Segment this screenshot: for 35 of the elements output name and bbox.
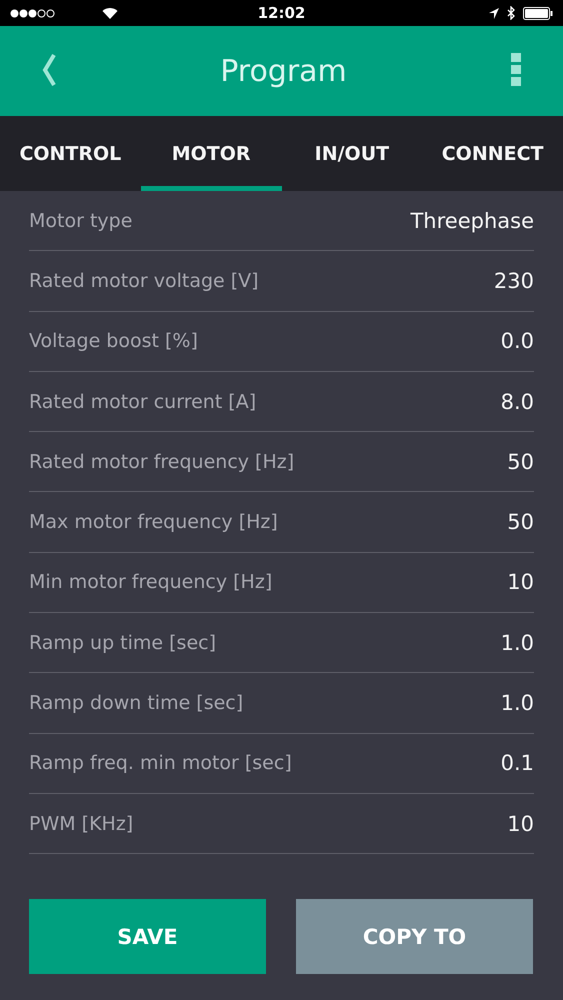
parameter-value[interactable]: 50 xyxy=(507,510,534,534)
parameter-label: Min motor frequency [Hz] xyxy=(29,571,272,594)
parameter-label: Ramp freq. min motor [sec] xyxy=(29,752,292,774)
parameter-value[interactable]: 0.0 xyxy=(500,329,534,354)
parameter-label: Motor type xyxy=(29,210,132,232)
parameter-label: Rated motor voltage [V] xyxy=(29,270,259,292)
tab[interactable]: CONNECT xyxy=(422,116,563,191)
tab[interactable]: MOTOR xyxy=(140,116,282,191)
location-arrow-icon xyxy=(489,8,499,18)
parameter-value[interactable]: 230 xyxy=(494,268,534,293)
parameter-label: Rated motor frequency [Hz] xyxy=(29,450,294,473)
status-time: 12:02 xyxy=(258,4,306,22)
parameter-value[interactable]: 8.0 xyxy=(500,390,534,414)
menu-icon xyxy=(510,52,521,86)
parameter-label: Rated motor current [A] xyxy=(29,390,256,413)
parameter-value[interactable]: 10 xyxy=(507,570,534,594)
parameter-label: Ramp down time [sec] xyxy=(29,692,244,714)
parameter-value[interactable]: Threephase xyxy=(410,208,534,233)
parameter-value[interactable]: 1.0 xyxy=(500,630,534,655)
parameter-value[interactable]: 1.0 xyxy=(500,691,534,716)
parameter-label: Voltage boost [%] xyxy=(29,330,198,352)
parameter-label: PWM [KHz] xyxy=(29,812,134,835)
screen-title: Program xyxy=(220,54,347,88)
tab[interactable]: IN/OUT xyxy=(282,116,422,191)
parameter-value[interactable]: 10 xyxy=(507,812,534,836)
parameter-label: Ramp up time [sec] xyxy=(29,632,216,654)
signal-strength-icon xyxy=(10,8,56,18)
parameter-value[interactable]: 0.1 xyxy=(500,751,534,776)
wifi-icon xyxy=(102,7,118,19)
battery-icon xyxy=(523,6,553,20)
bluetooth-icon xyxy=(507,6,515,20)
parameter-label: Max motor frequency [Hz] xyxy=(29,511,278,534)
tab[interactable]: CONTROL xyxy=(0,116,141,191)
parameter-value[interactable]: 50 xyxy=(507,450,534,474)
chevron-left-icon xyxy=(42,54,56,86)
